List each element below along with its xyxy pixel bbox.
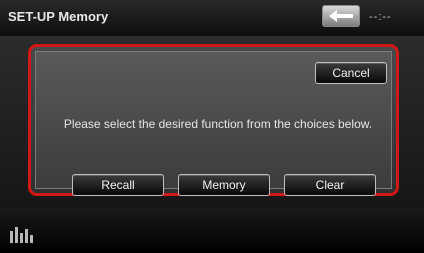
cancel-button[interactable]: Cancel <box>315 62 387 84</box>
recall-button[interactable]: Recall <box>72 174 164 196</box>
equalizer-icon[interactable] <box>9 225 37 248</box>
memory-button[interactable]: Memory <box>178 174 270 196</box>
dialog-panel: Cancel Please select the desired functio… <box>35 51 392 196</box>
header-bar: SET-UP Memory --:-- <box>0 0 424 36</box>
back-button[interactable] <box>322 5 360 27</box>
clock-display: --:-- <box>369 11 392 23</box>
screen-title: SET-UP Memory <box>8 9 109 24</box>
dialog-message: Please select the desired function from … <box>63 117 373 131</box>
back-arrow-icon <box>329 10 353 22</box>
clear-button[interactable]: Clear <box>284 174 376 196</box>
footer-bar <box>0 208 424 253</box>
memory-dialog: Cancel Please select the desired functio… <box>28 44 399 196</box>
